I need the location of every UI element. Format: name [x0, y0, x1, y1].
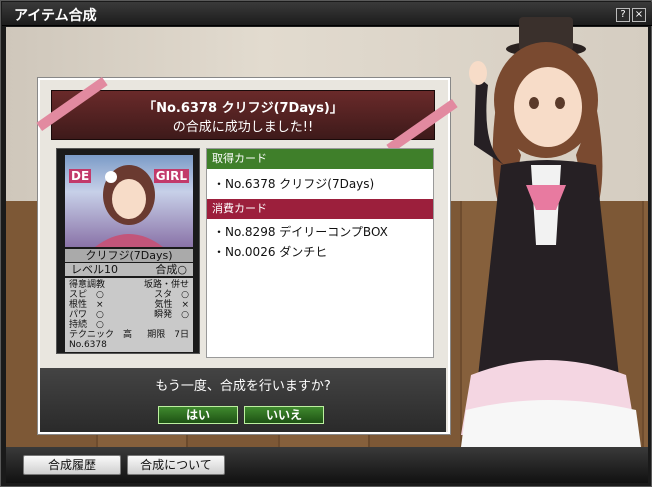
consumed-item: ・No.8298 デイリーコンプBOX [213, 225, 388, 239]
card-art: DE GIRL [65, 155, 193, 247]
stat-right: 期限 7日 [147, 330, 189, 340]
stat-row: パワ ○ 瞬発 ○ [69, 310, 189, 320]
stat-left: 得意調教 [69, 280, 106, 290]
card-number: No.6378 [69, 340, 107, 350]
card-stats: 得意調教 坂路・併せ スピ ○ スタ ○ 根性 × 気性 × パワ ○ 瞬発 ○ 持続 … [65, 278, 193, 352]
history-button[interactable]: 合成履歴 [23, 455, 121, 475]
stat-left: 根性 × [69, 300, 104, 310]
stat-left: テクニック 高 [69, 330, 133, 340]
question-text: もう一度、合成を行いますか? [155, 379, 331, 394]
stat-row: 得意調教 坂路・併せ [69, 280, 189, 290]
no-button[interactable]: いいえ [244, 406, 324, 424]
stat-left: スピ ○ [69, 290, 104, 300]
stat-right: スタ ○ [154, 290, 189, 300]
stat-right: 気性 × [154, 300, 189, 310]
card-level: レベル10 [71, 263, 118, 276]
stat-left: パワ ○ [69, 310, 104, 320]
card-name: クリフジ(7Days) [65, 249, 193, 262]
acquired-header: 取得カード [207, 149, 433, 169]
consumed-item: ・No.0026 ダンチヒ [213, 245, 328, 259]
card: DE GIRL クリフジ(7Days) レベル10 合成○ 得意調教 坂路・併せ … [56, 148, 200, 354]
card-art-text-right: GIRL [153, 169, 189, 183]
card-art-text-left: DE [69, 169, 92, 183]
stat-row: 持続 ○ [69, 320, 189, 330]
banner-card-title: 「No.6378 クリフジ(7Days)」 [143, 101, 343, 116]
stat-right: 坂路・併せ [143, 280, 189, 290]
stat-row: スピ ○ スタ ○ [69, 290, 189, 300]
success-banner: 「No.6378 クリフジ(7Days)」 の合成に成功しました!! [36, 76, 458, 154]
stat-row: 根性 × 気性 × [69, 300, 189, 310]
card-level-row: レベル10 合成○ [65, 263, 193, 276]
window: アイテム合成 ? × 「No.6378 クリフジ(7Days)」 の合成に成功し… [0, 0, 652, 487]
acquired-item: ・No.6378 クリフジ(7Days) [213, 177, 375, 191]
about-button[interactable]: 合成について [127, 455, 225, 475]
stat-left: 持続 ○ [69, 320, 104, 330]
character-illustration [461, 17, 641, 447]
card-status: 合成○ [155, 263, 187, 276]
consumed-header: 消費カード [207, 199, 433, 219]
stat-row: テクニック 高 期限 7日 [69, 330, 189, 340]
yes-button[interactable]: はい [158, 406, 238, 424]
banner-message: の合成に成功しました!! [172, 120, 314, 135]
card-list-panel: 取得カード ・No.6378 クリフジ(7Days) 消費カード ・No.829… [206, 148, 434, 358]
stat-right: 瞬発 ○ [154, 310, 189, 320]
window-title: アイテム合成 [14, 8, 97, 24]
